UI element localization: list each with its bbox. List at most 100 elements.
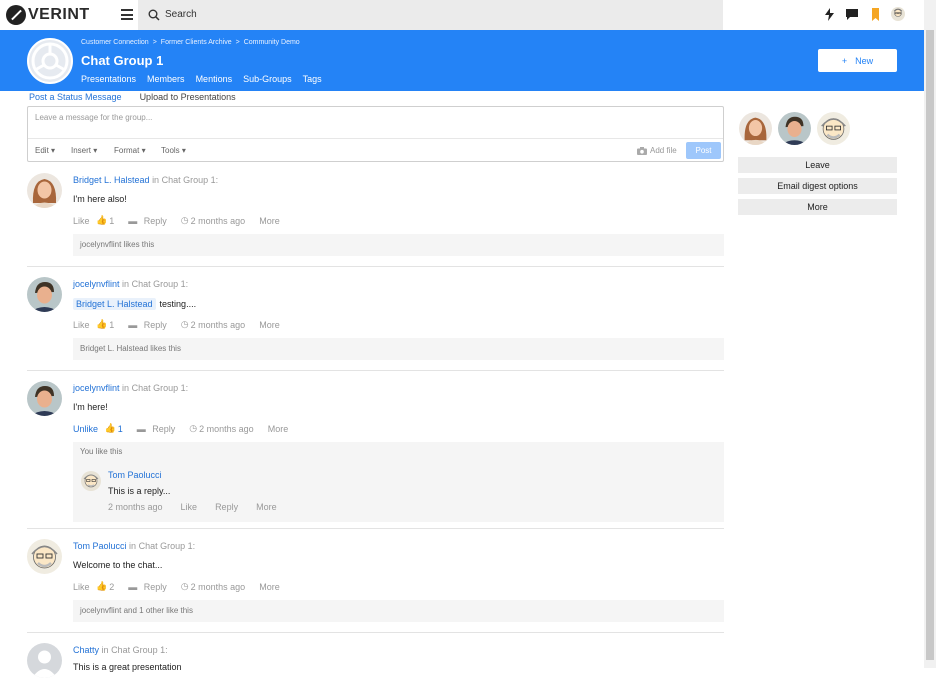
likes-summary[interactable]: jocelynvflint likes this bbox=[73, 234, 724, 256]
search-icon bbox=[148, 9, 160, 21]
group-link[interactable]: Chat Group 1: bbox=[139, 541, 196, 551]
thumbs-up-icon: 👍 bbox=[96, 215, 108, 225]
comment-icon: ▬ bbox=[128, 215, 138, 226]
chat-bubble-icon[interactable] bbox=[845, 7, 859, 21]
more-button[interactable]: More bbox=[259, 216, 280, 226]
lightning-icon[interactable] bbox=[822, 7, 836, 21]
tab-members[interactable]: Members bbox=[147, 74, 185, 84]
avatar[interactable] bbox=[27, 173, 62, 208]
hamburger-menu-icon[interactable] bbox=[121, 9, 133, 20]
more-button[interactable]: More bbox=[259, 582, 280, 592]
like-button[interactable]: Like 👍 2 bbox=[73, 581, 114, 592]
reply-timestamp-link[interactable]: 2 months ago bbox=[108, 502, 163, 512]
search-bar[interactable]: Search bbox=[138, 0, 723, 30]
mention-link[interactable]: Bridget L. Halstead bbox=[73, 298, 156, 310]
thumbs-up-icon: 👍 bbox=[96, 319, 108, 329]
post-body: Welcome to the chat... bbox=[73, 560, 163, 570]
group-link[interactable]: Chat Group 1: bbox=[132, 383, 189, 393]
bookmark-icon[interactable] bbox=[868, 7, 882, 21]
post-body: I'm here also! bbox=[73, 194, 127, 204]
breadcrumb-separator: > bbox=[152, 39, 157, 46]
author-link[interactable]: Chatty bbox=[73, 645, 99, 655]
timestamp-link[interactable]: ◷ 2 months ago bbox=[189, 423, 253, 434]
more-button[interactable]: More bbox=[268, 424, 289, 434]
leave-button[interactable]: Leave bbox=[738, 157, 897, 173]
avatar[interactable] bbox=[778, 112, 811, 145]
sidebar-more-button[interactable]: More bbox=[738, 199, 897, 215]
avatar[interactable] bbox=[27, 277, 62, 312]
reply-button[interactable]: ▬ Reply bbox=[128, 320, 167, 330]
avatar[interactable] bbox=[739, 112, 772, 145]
avatar[interactable] bbox=[817, 112, 850, 145]
page-scrollbar[interactable] bbox=[924, 0, 936, 668]
likes-summary[interactable]: You like this bbox=[80, 447, 122, 456]
post-button[interactable]: Post bbox=[686, 142, 721, 159]
reply-button[interactable]: ▬ Reply bbox=[128, 216, 167, 226]
email-digest-button[interactable]: Email digest options bbox=[738, 178, 897, 194]
avatar[interactable] bbox=[27, 381, 62, 416]
tab-mentions[interactable]: Mentions bbox=[196, 74, 233, 84]
tab-post-status[interactable]: Post a Status Message bbox=[29, 92, 122, 102]
timestamp-link[interactable]: ◷ 2 months ago bbox=[181, 581, 245, 592]
timestamp-link[interactable]: ◷ 2 months ago bbox=[181, 319, 245, 330]
reply-reply-button[interactable]: Reply bbox=[215, 502, 238, 512]
reply-button[interactable]: ▬ Reply bbox=[137, 424, 176, 434]
breadcrumb-item[interactable]: Customer Connection bbox=[81, 39, 149, 46]
avatar[interactable] bbox=[27, 643, 62, 678]
verint-logo[interactable]: VERINT bbox=[6, 5, 90, 25]
tab-upload-presentations[interactable]: Upload to Presentations bbox=[140, 92, 236, 102]
author-link[interactable]: Bridget L. Halstead bbox=[73, 175, 150, 185]
composer-toolbar: Edit ▾ Insert ▾ Format ▾ Tools ▾ Add fil… bbox=[28, 138, 723, 162]
group-link[interactable]: Chat Group 1: bbox=[111, 645, 168, 655]
breadcrumb-item[interactable]: Former Clients Archive bbox=[161, 39, 232, 46]
reply-button[interactable]: ▬ Reply bbox=[128, 582, 167, 592]
reply-avatar[interactable] bbox=[81, 471, 101, 491]
page-title[interactable]: Chat Group 1 bbox=[81, 53, 163, 68]
new-button[interactable]: + New bbox=[818, 49, 897, 72]
more-button[interactable]: More bbox=[259, 320, 280, 330]
group-avatar bbox=[27, 38, 73, 84]
search-input[interactable]: Search bbox=[165, 9, 197, 20]
post-actions: Unlike 👍 1 ▬ Reply ◷ 2 months ago More bbox=[73, 423, 302, 434]
tools-menu[interactable]: Tools ▾ bbox=[161, 146, 186, 155]
reply-like-button[interactable]: Like bbox=[181, 502, 198, 512]
author-link[interactable]: jocelynvflint bbox=[73, 383, 120, 393]
user-avatar[interactable] bbox=[891, 7, 905, 21]
camera-icon bbox=[637, 146, 647, 155]
breadcrumb-item[interactable]: Community Demo bbox=[244, 39, 300, 46]
list-item: jocelynvflint in Chat Group 1: Bridget L… bbox=[27, 267, 724, 371]
edit-menu[interactable]: Edit ▾ bbox=[35, 146, 55, 155]
list-item: Bridget L. Halstead in Chat Group 1: I'm… bbox=[27, 163, 724, 267]
reply-thread: You like this Tom Paolucci This is a rep… bbox=[73, 442, 724, 522]
format-menu[interactable]: Format ▾ bbox=[114, 146, 146, 155]
like-button[interactable]: Like 👍 1 bbox=[73, 215, 114, 226]
group-link[interactable]: Chat Group 1: bbox=[162, 175, 219, 185]
author-link[interactable]: jocelynvflint bbox=[73, 279, 120, 289]
group-link[interactable]: Chat Group 1: bbox=[132, 279, 189, 289]
tab-presentations[interactable]: Presentations bbox=[81, 74, 136, 84]
timestamp-link[interactable]: ◷ 2 months ago bbox=[181, 215, 245, 226]
member-avatars bbox=[739, 112, 850, 145]
message-input[interactable]: Leave a message for the group... bbox=[35, 113, 152, 122]
breadcrumb-separator: > bbox=[235, 39, 240, 46]
list-item: Chatty in Chat Group 1: This is a great … bbox=[27, 633, 724, 678]
post-actions: Like 👍 1 ▬ Reply ◷ 2 months ago More bbox=[73, 215, 294, 226]
likes-summary[interactable]: jocelynvflint and 1 other like this bbox=[73, 600, 724, 622]
scrollbar-thumb[interactable] bbox=[926, 30, 934, 660]
insert-menu[interactable]: Insert ▾ bbox=[71, 146, 97, 155]
reply-author-link[interactable]: Tom Paolucci bbox=[108, 470, 162, 480]
tab-tags[interactable]: Tags bbox=[303, 74, 322, 84]
reply-body: This is a reply... bbox=[108, 486, 171, 496]
avatar[interactable] bbox=[27, 539, 62, 574]
like-button[interactable]: Like 👍 1 bbox=[73, 319, 114, 330]
post-actions: Like 👍 1 ▬ Reply ◷ 2 months ago More bbox=[73, 319, 294, 330]
unlike-button[interactable]: Unlike 👍 1 bbox=[73, 423, 123, 434]
author-link[interactable]: Tom Paolucci bbox=[73, 541, 127, 551]
likes-summary[interactable]: Bridget L. Halstead likes this bbox=[73, 338, 724, 360]
reply-more-button[interactable]: More bbox=[256, 502, 277, 512]
tab-sub-groups[interactable]: Sub-Groups bbox=[243, 74, 292, 84]
list-item: Tom Paolucci in Chat Group 1: Welcome to… bbox=[27, 529, 724, 633]
add-file-button[interactable]: Add file bbox=[637, 146, 677, 155]
top-bar: VERINT Search bbox=[0, 0, 924, 30]
new-button-label: New bbox=[855, 55, 874, 66]
